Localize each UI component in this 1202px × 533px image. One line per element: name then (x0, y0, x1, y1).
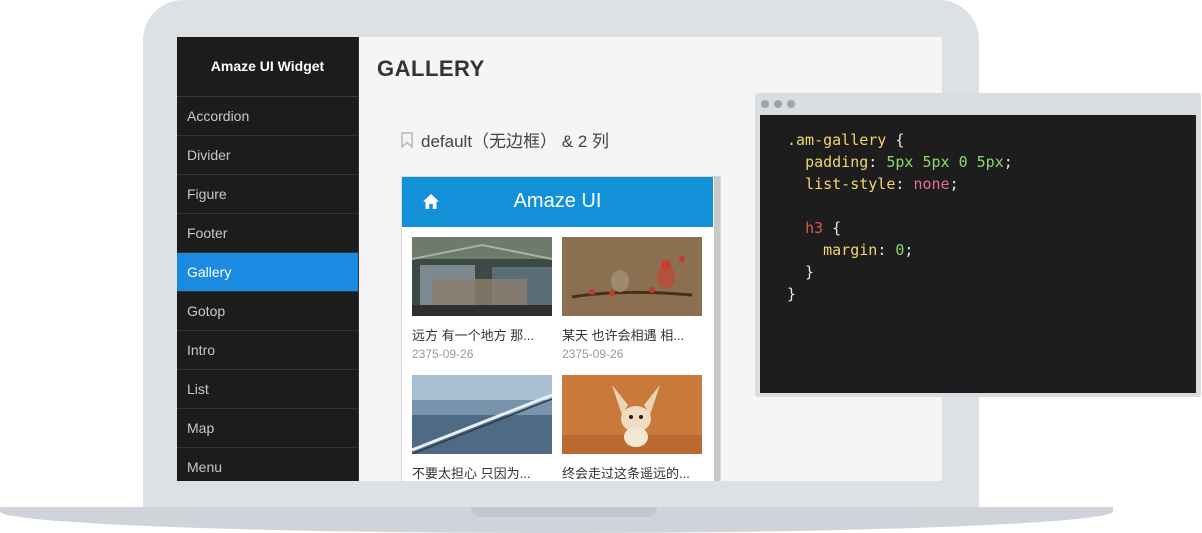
gallery-caption[interactable]: 不要太担心 只因为... (412, 463, 552, 481)
gallery-caption[interactable]: 终会走过这条遥远的... (562, 463, 702, 481)
code-property: list-style (805, 175, 896, 193)
sidebar-title: Amaze UI Widget (177, 37, 358, 97)
sidebar: Amaze UI Widget Accordion Divider Figure… (177, 37, 359, 481)
sidebar-item-footer[interactable]: Footer (177, 214, 358, 253)
sidebar-item-menu[interactable]: Menu (177, 448, 358, 481)
sidebar-item-gotop[interactable]: Gotop (177, 292, 358, 331)
sidebar-item-intro[interactable]: Intro (177, 331, 358, 370)
gallery-caption[interactable]: 某天 也许会相遇 相... (562, 325, 702, 344)
sidebar-item-list[interactable]: List (177, 370, 358, 409)
code-editor: .am-gallery { padding: 5px 5px 0 5px; li… (760, 115, 1196, 393)
gallery-item[interactable]: 远方 有一个地方 那... 2375-09-26 (412, 237, 552, 361)
code-property: margin (823, 241, 878, 259)
gallery-date: 2375-09-26 (412, 347, 474, 361)
gallery-item[interactable]: 某天 也许会相遇 相... 2375-09-26 (562, 237, 702, 361)
bookmark-icon (401, 131, 413, 148)
window-dot-icon (774, 100, 782, 108)
code-value: 0 (895, 241, 905, 259)
gallery-item[interactable]: 不要太担心 只因为... (412, 375, 552, 481)
page-title: GALLERY (377, 56, 485, 81)
sidebar-item-figure[interactable]: Figure (177, 175, 358, 214)
phone-preview: Amaze UI 远方 有一个地方 那... 2375-09-26 某天 也许会… (401, 176, 721, 481)
sidebar-item-gallery[interactable]: Gallery (177, 253, 358, 292)
phone-scrollbar[interactable] (714, 177, 720, 481)
sidebar-item-divider[interactable]: Divider (177, 136, 358, 175)
code-value: none (913, 175, 950, 193)
phone-header-title: Amaze UI (513, 190, 602, 212)
code-selector: .am-gallery (787, 131, 887, 149)
code-value: 5px 5px 0 5px (886, 153, 1004, 171)
gallery-item[interactable]: 终会走过这条遥远的... (562, 375, 702, 481)
window-dot-icon (787, 100, 795, 108)
code-property: padding (805, 153, 869, 171)
gallery-date: 2375-09-26 (562, 347, 624, 361)
code-block: .am-gallery { padding: 5px 5px 0 5px; li… (787, 131, 1013, 303)
code-punctuation: { (823, 219, 842, 237)
gallery-image-bridge[interactable] (412, 375, 552, 454)
gallery-image-train-station[interactable] (412, 237, 552, 316)
gallery-image-birds[interactable] (562, 237, 702, 316)
window-dot-icon (761, 100, 769, 108)
gallery-image-fox[interactable] (562, 375, 702, 454)
section-label-text: default（无边框） & 2 列 (421, 132, 610, 151)
code-window: .am-gallery { padding: 5px 5px 0 5px; li… (755, 93, 1201, 397)
section-heading: default（无边框） & 2 列 (401, 127, 609, 152)
sidebar-item-map[interactable]: Map (177, 409, 358, 448)
phone-header: Amaze UI (402, 177, 713, 227)
laptop-notch (471, 507, 657, 517)
code-tag: h3 (805, 219, 824, 237)
sidebar-item-accordion[interactable]: Accordion (177, 97, 358, 136)
code-punctuation: { (886, 131, 905, 149)
gallery-caption[interactable]: 远方 有一个地方 那... (412, 325, 552, 344)
